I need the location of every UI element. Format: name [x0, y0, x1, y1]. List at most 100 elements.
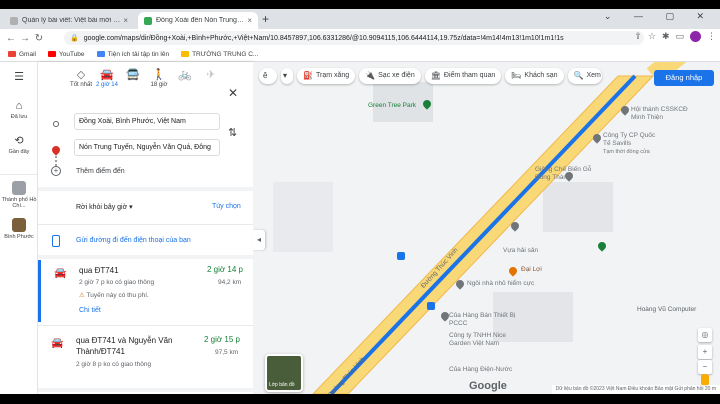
arrow-icon: ▾: [283, 71, 288, 80]
route-traffic: 2 giờ 7 p ko có giao thông: [79, 279, 155, 286]
bookmarks-bar: Gmail YouTube Tiện ích tải tập tin lên T…: [0, 47, 720, 62]
tab-wordpress[interactable]: Quản lý bài viết: Việt bài mới - Ne ×: [4, 12, 134, 29]
forward-icon[interactable]: →: [18, 33, 32, 44]
poi-seafood[interactable]: Vựa hải sản: [503, 247, 538, 254]
bookmark-gmail[interactable]: Gmail: [8, 51, 36, 58]
category-chips: ê ▾ ⛽ Trạm xăng 🔌 Sạc xe điện 🏛 Điểm tham q…: [259, 68, 602, 84]
options-button[interactable]: Tùy chọn: [212, 203, 241, 210]
poi-church[interactable]: Hội thánh CSSKCĐ Minh Thiện: [631, 106, 701, 122]
building-block: [543, 182, 613, 232]
google-logo: Google: [469, 380, 507, 392]
origin-input[interactable]: Đồng Xoài, Bình Phước, Việt Nam: [74, 113, 220, 130]
bus-stop-icon[interactable]: [427, 302, 435, 310]
toolbar-actions: ⇪ ☆ ✱ ▭ ⋮: [634, 31, 716, 42]
chip-arrow[interactable]: ▾: [281, 68, 293, 84]
share-icon[interactable]: ⇪: [634, 31, 642, 42]
bookmark-star-icon[interactable]: ☆: [648, 31, 656, 42]
tab-title: Quản lý bài viết: Việt bài mới - Ne: [22, 17, 121, 24]
phone-icon: [52, 235, 60, 247]
close-tab-icon[interactable]: ×: [123, 16, 128, 25]
poi-wood-factory[interactable]: Giông Chế Biến Gỗ Đông Thành: [535, 166, 605, 182]
poi-hoang-vu[interactable]: Hoàng Vũ Computer: [637, 306, 696, 313]
close-directions-icon[interactable]: ✕: [228, 86, 238, 100]
wordpress-icon: [10, 16, 18, 25]
my-location-button[interactable]: ◎: [698, 328, 712, 342]
building-block: [273, 182, 333, 252]
tab-maps[interactable]: Đồng Xoài đến Nón Trung Tuyến ×: [138, 12, 258, 29]
divider: [38, 187, 253, 191]
map-canvas[interactable]: Đường Thúc Vinh Đường Thúc Vinh ê ▾ ⛽ Trạ…: [253, 62, 720, 394]
collapse-panel-button[interactable]: ◂: [253, 230, 265, 250]
search-icon: 🔍: [573, 71, 584, 80]
school-icon: [181, 51, 190, 57]
gmail-icon: [8, 51, 16, 57]
layers-label: Lớp bản đồ: [269, 382, 295, 388]
destination-pin-icon: [50, 144, 62, 156]
extensions-icon[interactable]: ✱: [662, 31, 670, 42]
window-controls[interactable]: ⌄ — ▢ ✕: [604, 11, 714, 22]
route-dots: [55, 156, 57, 166]
bus-stop-icon[interactable]: [397, 252, 405, 260]
add-destination[interactable]: Thêm điểm đến: [76, 168, 125, 175]
new-tab-button[interactable]: +: [262, 12, 269, 26]
route-time: 2 giờ 15 p: [204, 335, 240, 344]
close-tab-icon[interactable]: ×: [247, 16, 252, 25]
place-thumbnail: [12, 218, 26, 232]
mode-flight[interactable]: ✈: [196, 68, 226, 82]
route-distance: 94,2 km: [218, 279, 242, 286]
reload-icon[interactable]: ↻: [32, 33, 46, 44]
swap-icon[interactable]: ⇅: [228, 126, 237, 139]
chip-ev[interactable]: 🔌 Sạc xe điện: [359, 68, 421, 84]
chip-attractions[interactable]: 🏛 Điểm tham quan: [424, 68, 502, 84]
browser-toolbar: ← → ↻ 🔒 google.com/maps/dir/Đồng+Xoài,+B…: [0, 29, 720, 47]
leave-now-dropdown[interactable]: Rời khỏi bây giờ ▾: [76, 203, 133, 211]
route-details-link[interactable]: Chi tiết: [79, 307, 101, 314]
destination-input[interactable]: Nón Trung Tuyến, Nguyễn Văn Quá, Đông: [74, 139, 220, 156]
directions-panel: ◇ Tốt nhất 🚘 2 giờ 14 🚍 🚶 18 giờ 🚲 ✈ ✕ Đồng…: [38, 62, 253, 394]
send-to-phone-link[interactable]: Gửi đường đi đến điện thoại của bạn: [76, 237, 191, 244]
poi-dai-loi[interactable]: Đại Lợi: [521, 266, 542, 273]
bookmark-youtube[interactable]: YouTube: [47, 51, 85, 58]
bookmark-upload[interactable]: Tiện ích tải tập tin lên: [96, 51, 169, 58]
sign-in-button[interactable]: Đăng nhập: [654, 70, 714, 86]
divider: [38, 224, 253, 225]
poi-pccc[interactable]: Của Hàng Bán Thiết Bị PCCC: [449, 312, 519, 328]
sidepanel-icon[interactable]: ▭: [675, 31, 684, 42]
divider: [38, 255, 253, 259]
route-traffic: 2 giờ 8 p ko có giao thông: [76, 361, 152, 368]
tab-bar: Quản lý bài viết: Việt bài mới - Ne × Đồ…: [0, 9, 720, 29]
poi-small-house[interactable]: Ngôi nhà nhỏ hiểm cực: [467, 280, 534, 287]
hamburger-menu[interactable]: ☰: [0, 70, 38, 85]
address-bar[interactable]: 🔒 google.com/maps/dir/Đồng+Xoài,+Bình+Ph…: [64, 31, 644, 45]
poi-savills[interactable]: Công Ty CP Quốc Tế Savills: [603, 132, 663, 148]
poi-nice-garden[interactable]: Công ty TNHH Nice Garden Việt Nam: [449, 332, 519, 348]
youtube-icon: [47, 51, 56, 57]
route-option-1[interactable]: 🚘 qua ĐT741 2 giờ 14 p 2 giờ 7 p ko có g…: [38, 260, 253, 322]
chip-hotels[interactable]: 🛏 Khách sạn: [505, 68, 564, 84]
layers-button[interactable]: Lớp bản đồ: [265, 354, 303, 392]
divider: [38, 388, 253, 392]
zoom-out-button[interactable]: −: [698, 360, 712, 374]
add-icon[interactable]: +: [51, 166, 61, 176]
route-name: qua ĐT741 và Nguyễn Văn Thành/ĐT741: [76, 336, 173, 356]
recent-button[interactable]: ⟲ Gần đây: [0, 134, 38, 155]
poi-status: Tạm thời đóng cửa: [603, 149, 650, 155]
zoom-in-button[interactable]: +: [698, 345, 712, 359]
menu-icon[interactable]: ⋮: [707, 31, 716, 42]
poi-green-tree-park[interactable]: Green Tree Park: [368, 102, 416, 109]
chip-more[interactable]: ê: [259, 68, 277, 84]
recent-place-hcm[interactable]: Thành phố Hồ Chí...: [0, 174, 38, 209]
hotel-icon: ê: [263, 71, 268, 80]
saved-button[interactable]: ⌂ Đã lưu: [0, 100, 38, 120]
travel-modes: ◇ Tốt nhất 🚘 2 giờ 14 🚍 🚶 18 giờ 🚲 ✈ ✕: [38, 68, 253, 108]
back-icon[interactable]: ←: [4, 33, 18, 44]
chip-more-results[interactable]: 🔍 Xem: [567, 68, 602, 84]
recent-place-binhphuoc[interactable]: Bình Phước: [0, 218, 38, 240]
chip-gas[interactable]: ⛽ Trạm xăng: [297, 68, 356, 84]
route-option-2[interactable]: 🚘 qua ĐT741 và Nguyễn Văn Thành/ĐT741 2 …: [38, 330, 253, 392]
poi-electric-water[interactable]: Của Hàng Điện-Nước: [449, 366, 512, 373]
bookmark-school[interactable]: TRƯỜNG TRUNG C...: [181, 51, 258, 58]
left-rail: ☰ ⌂ Đã lưu ⟲ Gần đây Thành phố Hồ Chí... B…: [0, 62, 38, 394]
toll-warning: ⚠ Tuyến này có thu phí.: [79, 292, 149, 299]
profile-avatar[interactable]: [690, 31, 701, 42]
